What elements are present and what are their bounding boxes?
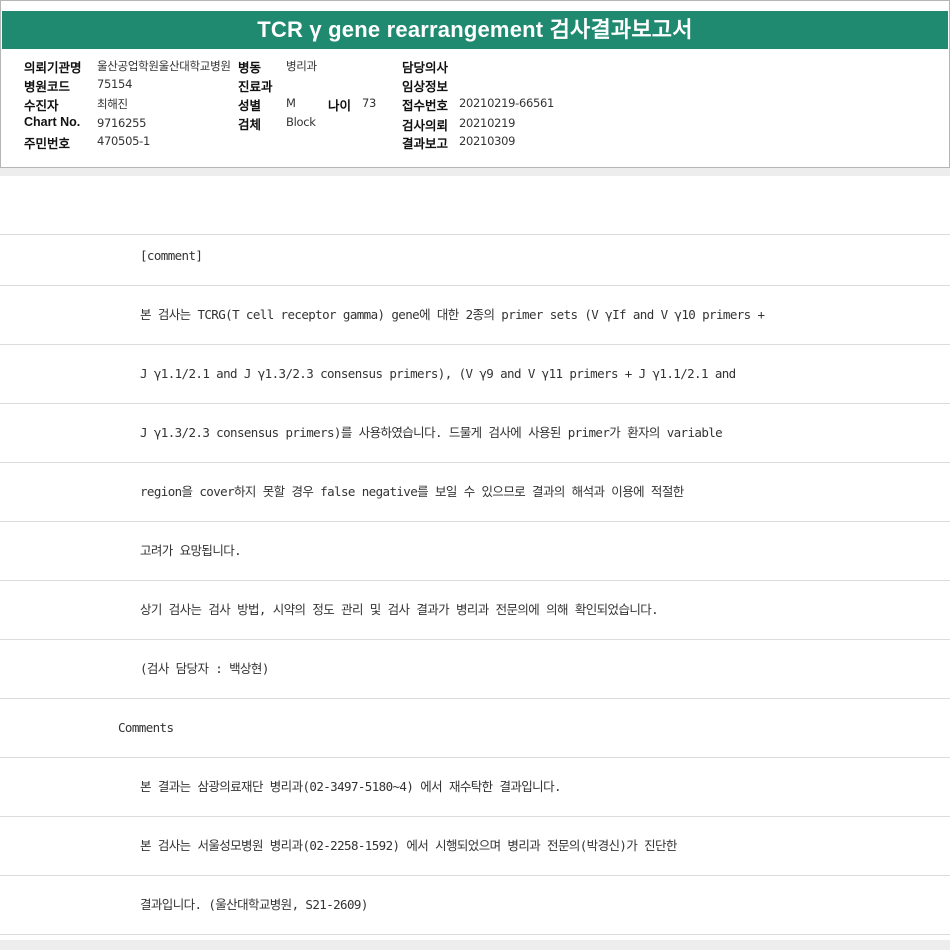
value-receipt-no: 20210219-66561 <box>459 96 555 110</box>
report-row: 고려가 요망됩니다. <box>0 522 950 581</box>
value-hospital-code: 75154 <box>97 77 133 91</box>
bottom-band <box>0 940 950 950</box>
label-sex: 성별 <box>238 99 262 113</box>
row-text: (검사 담당자 : 백상현) <box>140 661 269 676</box>
label-age: 나이 <box>328 99 352 113</box>
report-row: J γ1.1/2.1 and J γ1.3/2.3 consensus prim… <box>0 345 950 404</box>
row-text: region을 cover하지 못할 경우 false negative를 보일… <box>140 484 684 499</box>
separator-band <box>0 168 950 176</box>
label-hospital-code: 병원코드 <box>24 80 71 94</box>
report-row: 본 검사는 TCRG(T cell receptor gamma) gene에 … <box>0 286 950 345</box>
label-clinical-info: 임상정보 <box>402 80 449 94</box>
report-row: 결과입니다. (울산대학교병원, S21-2609) <box>0 876 950 935</box>
row-text: 결과입니다. (울산대학교병원, S21-2609) <box>140 897 368 912</box>
label-requesting-institution: 의뢰기관명 <box>24 61 82 75</box>
row-text: J γ1.1/2.1 and J γ1.3/2.3 consensus prim… <box>140 366 736 381</box>
value-sex: M <box>286 96 296 110</box>
label-result-report-date: 결과보고 <box>402 137 449 151</box>
row-text: 본 결과는 삼광의료재단 병리과(02-3497-5180~4) 에서 재수탁한… <box>140 779 562 794</box>
report-body: [comment] 본 검사는 TCRG(T cell receptor gam… <box>0 176 950 950</box>
row-text: J γ1.3/2.3 consensus primers)를 사용하였습니다. … <box>140 425 723 440</box>
value-patient-name: 최해진 <box>97 97 128 111</box>
label-receipt-no: 접수번호 <box>402 99 449 113</box>
label-department: 진료과 <box>238 80 273 94</box>
label-ward: 병동 <box>238 61 262 75</box>
report-title: TCR γ gene rearrangement 검사결과보고서 <box>2 11 948 49</box>
value-ward: 병리과 <box>286 59 317 73</box>
report-row: J γ1.3/2.3 consensus primers)를 사용하였습니다. … <box>0 404 950 463</box>
value-chart-no: 9716255 <box>97 116 147 130</box>
label-test-request-date: 검사의뢰 <box>402 119 449 133</box>
report-row: region을 cover하지 못할 경우 false negative를 보일… <box>0 463 950 522</box>
row-text: 본 검사는 서울성모병원 병리과(02-2258-1592) 에서 시행되었으며… <box>140 838 677 853</box>
report-row-comment-header: [comment] <box>0 227 950 286</box>
label-specimen: 검체 <box>238 118 262 132</box>
value-requesting-institution: 울산공업학원울산대학교병원 <box>97 59 231 73</box>
row-text: 상기 검사는 검사 방법, 시약의 정도 관리 및 검사 결과가 병리과 전문의… <box>140 602 659 617</box>
report-row: (검사 담당자 : 백상현) <box>0 640 950 699</box>
report-row-comments-header: Comments <box>0 699 950 758</box>
value-result-report-date: 20210309 <box>459 134 516 148</box>
report-header: TCR γ gene rearrangement 검사결과보고서 의뢰기관명 울… <box>0 0 950 168</box>
report-row: 본 검사는 서울성모병원 병리과(02-2258-1592) 에서 시행되었으며… <box>0 817 950 876</box>
row-text: Comments <box>118 720 174 735</box>
label-patient-name: 수진자 <box>24 99 59 113</box>
row-text: 고려가 요망됩니다. <box>140 543 242 558</box>
label-attending-physician: 담당의사 <box>402 61 449 75</box>
label-resident-no: 주민번호 <box>24 137 71 151</box>
value-specimen: Block <box>286 115 316 129</box>
report-row: 상기 검사는 검사 방법, 시약의 정도 관리 및 검사 결과가 병리과 전문의… <box>0 581 950 640</box>
row-text: [comment] <box>140 248 203 263</box>
label-chart-no: Chart No. <box>24 115 81 129</box>
value-age: 73 <box>362 96 377 110</box>
value-resident-no: 470505-1 <box>97 134 150 148</box>
report-row: 본 결과는 삼광의료재단 병리과(02-3497-5180~4) 에서 재수탁한… <box>0 758 950 817</box>
row-text: 본 검사는 TCRG(T cell receptor gamma) gene에 … <box>140 307 765 322</box>
value-test-request-date: 20210219 <box>459 116 516 130</box>
